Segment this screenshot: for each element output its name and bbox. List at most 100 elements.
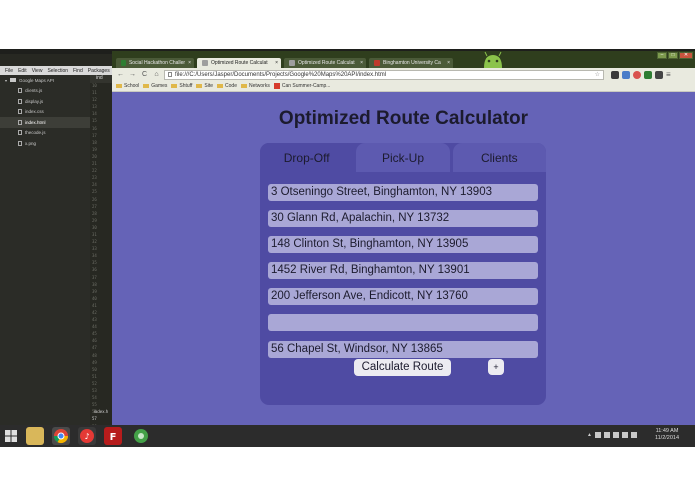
volume-icon[interactable] xyxy=(631,432,637,438)
flag-icon[interactable] xyxy=(595,432,601,438)
bookmark-star-icon[interactable]: ☆ xyxy=(595,71,603,78)
filezilla-icon[interactable]: F xyxy=(104,427,122,445)
chevron-down-icon: ▾ xyxy=(5,77,8,83)
bookmark-item[interactable]: Code xyxy=(217,83,237,89)
browser-tab[interactable]: Social Hackathon Challer × xyxy=(116,58,194,68)
menu-packages[interactable]: Packages xyxy=(88,68,110,74)
system-clock[interactable]: 11:49 AM 11/2/2014 xyxy=(643,428,691,442)
bookmark-label: Networks xyxy=(248,83,270,89)
explorer-icon[interactable] xyxy=(26,427,44,445)
bookmark-label: Can Summer-Camp... xyxy=(281,83,331,89)
bookmark-item[interactable]: Games xyxy=(143,83,167,89)
tree-file-label: index.css xyxy=(25,109,44,115)
network-icon[interactable] xyxy=(604,432,610,438)
extension-icon[interactable] xyxy=(655,70,663,79)
tree-file[interactable]: display.js xyxy=(0,96,90,107)
menu-view[interactable]: View xyxy=(32,68,43,74)
window-controls: – □ ✕ xyxy=(657,52,693,59)
maximize-button[interactable]: □ xyxy=(668,52,678,59)
browser-tab[interactable]: Optimized Route Calculat × xyxy=(284,58,366,68)
windows-start-icon[interactable] xyxy=(4,429,18,443)
address-input[interactable] xyxy=(268,314,538,331)
line-number: 14 xyxy=(92,111,97,117)
folder-icon xyxy=(143,84,150,88)
address-input[interactable]: 148 Clinton St, Binghamton, NY 13905 xyxy=(268,236,538,253)
add-address-button[interactable]: + xyxy=(488,359,504,375)
menu-edit[interactable]: Edit xyxy=(18,68,27,74)
address-input[interactable]: 1452 River Rd, Binghamton, NY 13901 xyxy=(268,262,538,279)
page-icon xyxy=(202,60,208,66)
menu-file[interactable]: File xyxy=(5,68,13,74)
browser-tab-active[interactable]: Optimized Route Calculat × xyxy=(197,58,281,68)
tree-folder[interactable]: ▾ Google Maps API xyxy=(0,75,90,86)
address-input[interactable]: 30 Glann Rd, Apalachin, NY 13732 xyxy=(268,210,538,227)
menu-find[interactable]: Find xyxy=(73,68,83,74)
tree-file-label: index.html xyxy=(25,119,46,125)
line-number: 54 xyxy=(92,395,97,401)
address-input[interactable]: 56 Chapel St, Windsor, NY 13865 xyxy=(268,341,538,358)
line-number: 10 xyxy=(92,83,97,88)
battery-icon[interactable] xyxy=(613,432,619,438)
bookmark-item[interactable]: Can Summer-Camp... xyxy=(273,83,331,89)
panel-tabs: Drop-Off Pick-Up Clients xyxy=(260,143,546,172)
bookmark-item[interactable]: School xyxy=(116,83,139,89)
bookmark-item[interactable]: Site xyxy=(196,83,213,89)
bookmark-item[interactable]: Shtuff xyxy=(171,83,192,89)
browser-tab-label: Social Hackathon Challer xyxy=(128,60,186,66)
chrome-icon[interactable] xyxy=(52,427,70,445)
bookmark-item[interactable]: Networks xyxy=(240,83,270,89)
menu-selection[interactable]: Selection xyxy=(47,68,68,74)
close-icon[interactable]: × xyxy=(275,60,281,66)
favicon-icon xyxy=(121,60,126,66)
extension-icon[interactable] xyxy=(633,70,641,79)
line-number: 39 xyxy=(92,288,97,294)
reload-icon[interactable]: C xyxy=(140,71,149,78)
close-icon[interactable]: × xyxy=(447,60,453,66)
file-icon xyxy=(18,109,22,115)
file-icon xyxy=(18,88,22,94)
minimize-button[interactable]: – xyxy=(657,52,667,59)
itunes-icon[interactable]: ♪ xyxy=(78,427,96,445)
window-close-button[interactable]: ✕ xyxy=(679,52,693,59)
signal-icon[interactable] xyxy=(622,432,628,438)
tree-file[interactable]: index.css xyxy=(0,107,90,118)
tree-file-active[interactable]: index.html xyxy=(0,117,90,128)
line-number: 24 xyxy=(92,182,97,188)
bookmarks-bar: School Games Shtuff Site Code Networks C… xyxy=(112,81,695,92)
browser-tabstrip: Social Hackathon Challer × Optimized Rou… xyxy=(112,51,695,68)
address-bar[interactable]: file:///C:/Users/Jasper/Documents/Projec… xyxy=(164,69,604,80)
green-app-icon[interactable] xyxy=(132,427,150,445)
code-editor-window: File Edit View Selection Find Packages ▾… xyxy=(0,49,112,425)
address-bar-url: file:///C:/Users/Jasper/Documents/Projec… xyxy=(175,71,387,78)
extension-icon[interactable] xyxy=(644,70,652,79)
tab-clients[interactable]: Clients xyxy=(452,143,546,172)
line-number: 11 xyxy=(92,90,97,96)
home-icon[interactable]: ⌂ xyxy=(152,71,161,78)
chevron-up-icon[interactable]: ▲ xyxy=(587,432,592,438)
extension-icon[interactable] xyxy=(622,70,630,79)
line-number: 19 xyxy=(92,146,97,152)
address-input[interactable]: 200 Jefferson Ave, Endicott, NY 13760 xyxy=(268,288,538,305)
line-number: 49 xyxy=(92,359,97,365)
tab-pick-up[interactable]: Pick-Up xyxy=(356,143,450,172)
close-icon[interactable]: × xyxy=(188,60,194,66)
editor-tab[interactable]: ind xyxy=(90,75,112,83)
menu-icon[interactable]: ≡ xyxy=(666,70,671,79)
extension-icons: ≡ xyxy=(611,70,671,79)
tree-file[interactable]: thecode.js xyxy=(0,128,90,139)
forward-icon[interactable]: → xyxy=(128,71,137,78)
browser-tab[interactable]: Binghamton University Ca × xyxy=(369,58,453,68)
tree-file[interactable]: x.png xyxy=(0,138,90,149)
tree-file[interactable]: clients.js xyxy=(0,86,90,97)
back-icon[interactable]: ← xyxy=(116,71,125,78)
line-number: 40 xyxy=(92,295,97,301)
extension-icon[interactable] xyxy=(611,70,619,79)
editor-bottom-tab[interactable]: index.h xyxy=(90,409,112,414)
line-number: 48 xyxy=(92,352,97,358)
calculate-route-button[interactable]: Calculate Route xyxy=(354,359,451,376)
line-number: 52 xyxy=(92,380,97,386)
tab-drop-off[interactable]: Drop-Off xyxy=(260,143,354,172)
line-number: 46 xyxy=(92,338,97,344)
address-input[interactable]: 3 Otseningo Street, Binghamton, NY 13903 xyxy=(268,184,538,201)
close-icon[interactable]: × xyxy=(360,60,366,66)
